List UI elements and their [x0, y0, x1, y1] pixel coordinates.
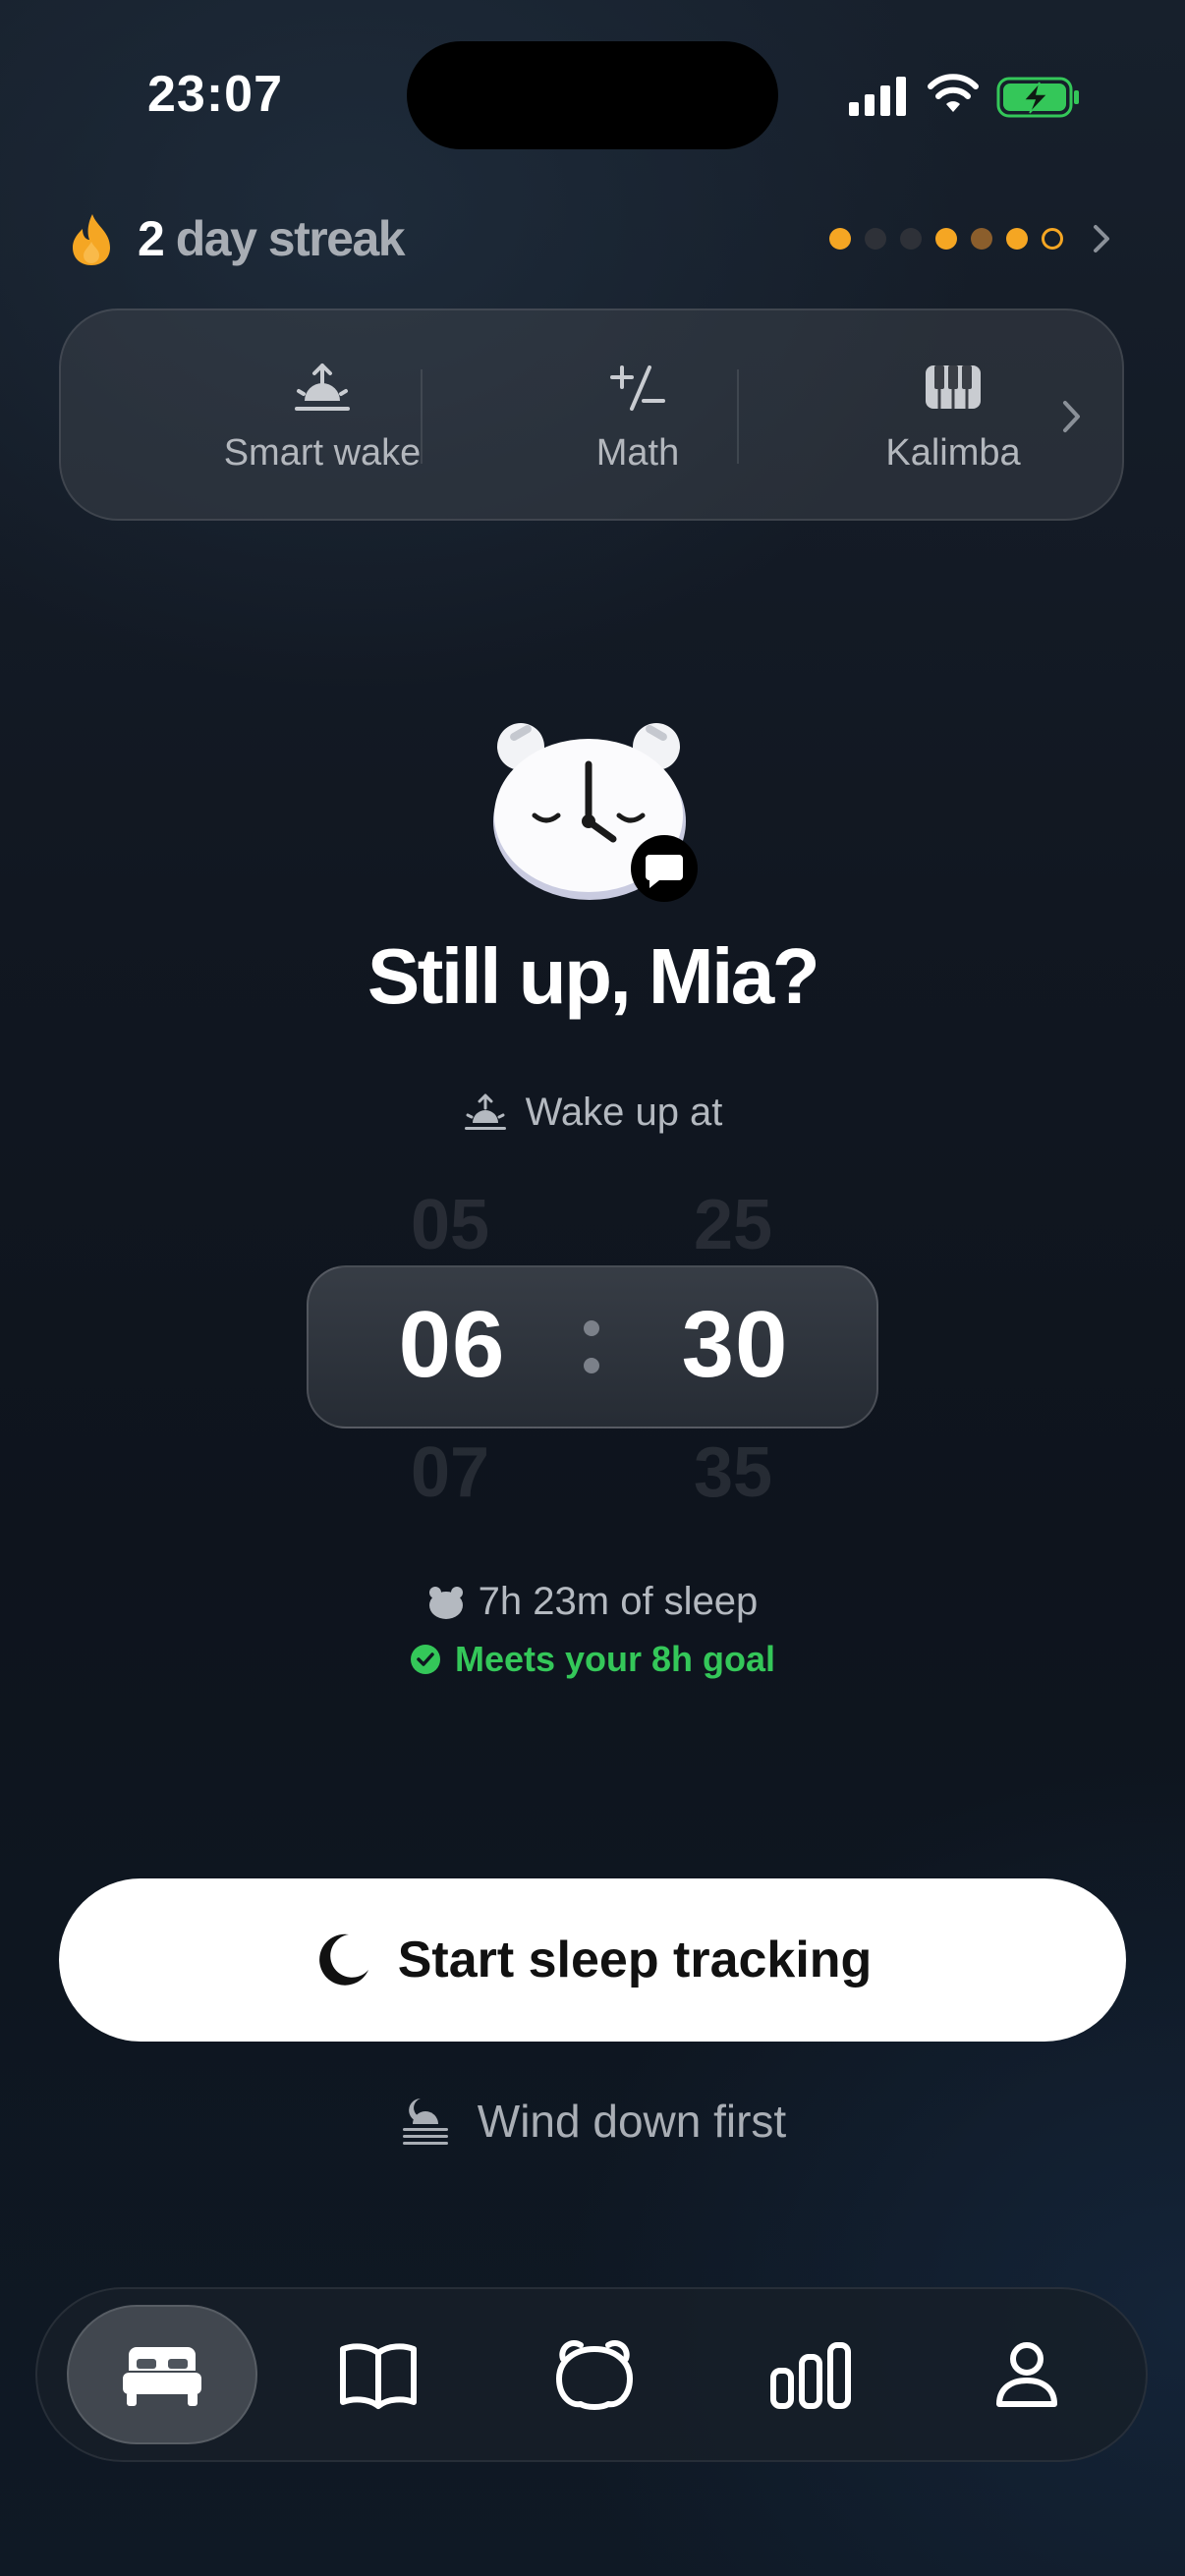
chevron-right-icon[interactable]: [1089, 222, 1114, 255]
start-button-label: Start sleep tracking: [397, 1932, 873, 1988]
battery-charging-icon: [996, 77, 1079, 118]
streak-day-dot: [900, 228, 922, 250]
wifi-icon: [928, 74, 979, 112]
streak-count: 2: [138, 211, 165, 266]
check-circle-icon: [410, 1645, 440, 1674]
book-icon: [340, 2343, 417, 2409]
flame-icon: [73, 214, 110, 265]
wake-up-label: Wake up at: [0, 1091, 1185, 1135]
hour-prev[interactable]: 05: [371, 1185, 529, 1265]
wind-down-text: Wind down first: [477, 2096, 787, 2147]
sleep-goal-text: Meets your 8h goal: [454, 1639, 776, 1679]
moon-icon: [318, 1933, 368, 1986]
feature-math[interactable]: Math: [490, 310, 785, 523]
bed-icon: [123, 2347, 201, 2406]
math-icon: [610, 365, 665, 411]
streak-day-dot: [1006, 228, 1028, 250]
alarm-clock-icon: [428, 1586, 463, 1619]
divider: [737, 369, 739, 464]
streak-day-dot: [865, 228, 886, 250]
status-time: 23:07: [147, 66, 283, 123]
feature-label: Math: [595, 432, 680, 474]
minute-next[interactable]: 35: [654, 1432, 812, 1513]
alarm-mascot-icon: [493, 723, 698, 902]
minute-prev[interactable]: 25: [654, 1185, 812, 1265]
streak-text[interactable]: 2 day streak: [138, 210, 406, 267]
dynamic-island: [407, 41, 778, 149]
start-sleep-tracking-button[interactable]: Start sleep tracking: [59, 1878, 1126, 2042]
alarm-mascot-icon: [556, 2340, 633, 2410]
tab-profile[interactable]: [931, 2305, 1122, 2444]
time-colon: [582, 1313, 601, 1381]
hour-next[interactable]: 07: [371, 1432, 529, 1513]
feature-kalimba[interactable]: Kalimba: [806, 310, 1100, 523]
piano-keys-icon: [926, 365, 981, 409]
wake-up-text: Wake up at: [525, 1091, 723, 1134]
tab-alarm[interactable]: [499, 2305, 690, 2444]
chevron-right-icon[interactable]: [1057, 397, 1085, 436]
minute-value[interactable]: 30: [651, 1291, 818, 1399]
alarm-features-card: Smart wake Math Kalimba: [59, 308, 1124, 521]
cellular-signal-icon: [849, 77, 906, 116]
streak-day-dot: [971, 228, 992, 250]
sunrise-icon: [464, 1093, 506, 1130]
streak-week-dots: [829, 226, 1063, 252]
sleep-goal: Meets your 8h goal: [0, 1639, 1185, 1680]
sleep-duration-text: 7h 23m of sleep: [478, 1580, 759, 1623]
streak-day-dot: [935, 228, 957, 250]
feature-smart-wake[interactable]: Smart wake: [175, 310, 470, 523]
streak-day-dot: [1042, 228, 1063, 250]
sleep-duration: 7h 23m of sleep: [0, 1580, 1185, 1624]
wake-time-picker[interactable]: 06 30: [307, 1265, 878, 1428]
streak-day-dot: [829, 228, 851, 250]
stats-icon: [770, 2342, 851, 2409]
profile-icon: [996, 2342, 1057, 2407]
tab-library[interactable]: [283, 2305, 474, 2444]
feature-label: Kalimba: [885, 432, 1021, 474]
greeting-title: Still up, Mia?: [367, 932, 820, 1020]
feature-label: Smart wake: [223, 432, 422, 474]
streak-label: day streak: [175, 211, 406, 266]
tab-stats[interactable]: [715, 2305, 906, 2444]
wind-down-button[interactable]: Wind down first: [0, 2095, 1185, 2148]
sunrise-icon: [295, 364, 350, 411]
divider: [421, 369, 423, 464]
tab-sleep[interactable]: [67, 2305, 257, 2444]
tab-bar: [35, 2287, 1148, 2462]
hour-value[interactable]: 06: [368, 1291, 536, 1399]
sunset-icon: [402, 2099, 448, 2145]
